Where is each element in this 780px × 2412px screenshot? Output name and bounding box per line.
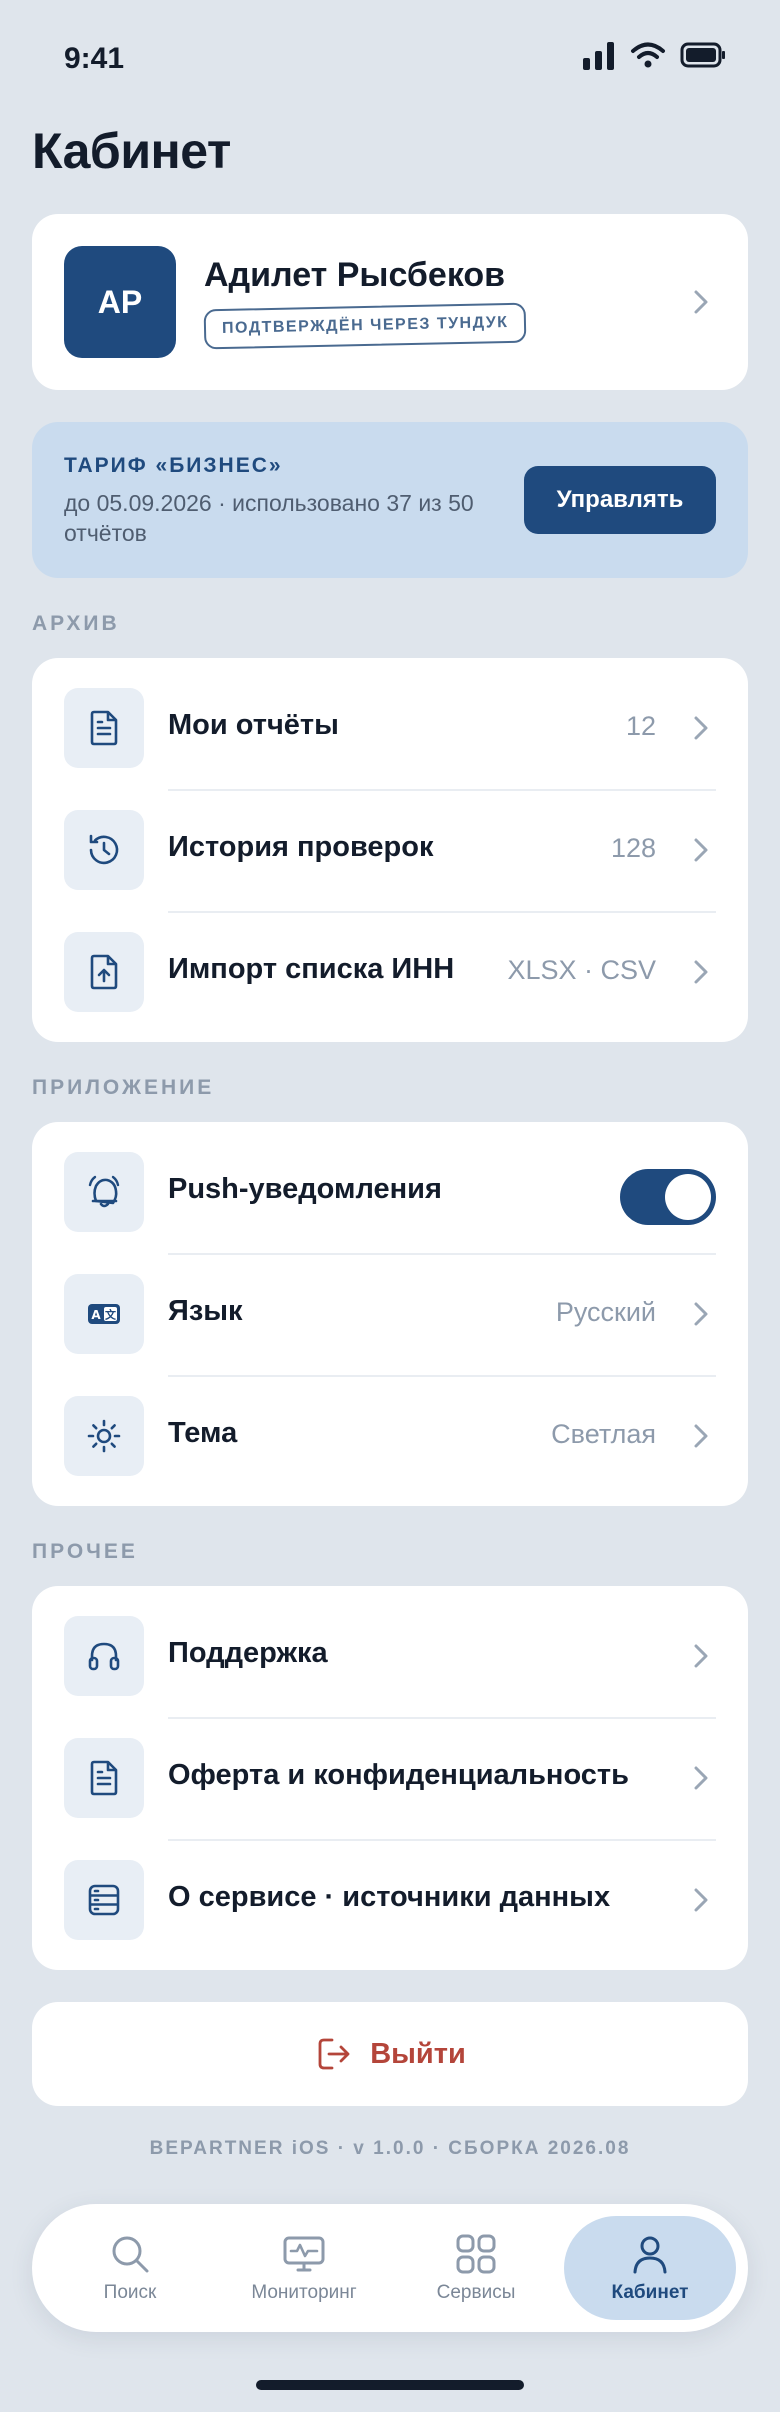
document-icon [64,1738,144,1818]
chevron-right-icon [694,716,708,740]
signal-icon [583,42,614,70]
sun-icon [64,1396,144,1476]
logout-icon [318,2038,350,2070]
chevron-right-icon [694,290,708,314]
row-label: Мои отчёты [168,709,339,741]
tab-bar: Поиск Мониторинг Сервисы Кабинет [32,2204,748,2332]
row-label: Push-уведомления [168,1173,442,1205]
row-theme[interactable]: Тема Светлая [32,1375,748,1497]
upload-file-icon [64,932,144,1012]
version-text: BEPARTNER iOS · v 1.0.0 · СБОРКА 2026.08 [149,2138,631,2159]
chevron-right-icon [694,1424,708,1448]
app-settings-list: Push-уведомления A文 Язык Русский Тема Св… [32,1122,748,1506]
tab-label: Поиск [103,2282,157,2303]
chevron-right-icon [694,1644,708,1668]
toggle-knob [665,1174,711,1220]
row-value: Светлая [551,1419,656,1449]
headset-icon [64,1616,144,1696]
plan-title: ТАРИФ «БИЗНЕС» [64,454,283,477]
profile-name: Адилет Рысбеков [204,256,506,294]
plan-card: ТАРИФ «БИЗНЕС» до 05.09.2026 · использов… [32,422,748,578]
row-label: Импорт списка ИНН [168,953,455,985]
other-list: Поддержка Оферта и конфиденциальность О … [32,1586,748,1970]
user-icon [633,2236,667,2274]
chevron-right-icon [694,1888,708,1912]
tab-services[interactable]: Сервисы [390,2216,562,2320]
row-my-reports[interactable]: Мои отчёты 12 [32,667,748,789]
row-value: 128 [610,833,656,863]
status-bar: 9:41 [0,0,780,110]
wifi-icon [631,42,665,68]
row-label: История проверок [168,831,434,863]
bell-icon [64,1152,144,1232]
manage-plan-button[interactable]: Управлять [524,466,716,534]
tab-cabinet[interactable]: Кабинет [564,2216,736,2320]
tab-label: Мониторинг [251,2282,357,2303]
chevron-right-icon [694,1302,708,1326]
row-import-inn[interactable]: Импорт списка ИНН XLSX · CSV [32,911,748,1033]
row-language[interactable]: A文 Язык Русский [32,1253,748,1375]
logout-label: Выйти [370,2037,466,2070]
home-indicator [256,2380,524,2390]
history-icon [64,810,144,890]
status-time: 9:41 [64,42,125,75]
row-check-history[interactable]: История проверок 128 [32,789,748,911]
row-push-notifications: Push-уведомления [32,1131,748,1253]
monitor-icon [283,2236,325,2272]
verified-badge: ПОДТВЕРЖДЁН ЧЕРЕЗ ТУНДУК [203,302,527,350]
avatar: АР [64,246,176,358]
row-support[interactable]: Поддержка [32,1595,748,1717]
tab-label: Сервисы [436,2282,516,2303]
section-label-other: ПРОЧЕЕ [32,1540,138,1563]
push-toggle[interactable] [620,1169,716,1225]
row-value: XLSX · CSV [507,955,656,985]
row-label: О сервисе · источники данных [168,1881,611,1913]
chevron-right-icon [694,838,708,862]
profile-card[interactable]: АР Адилет Рысбеков ПОДТВЕРЖДЁН ЧЕРЕЗ ТУН… [32,214,748,390]
tab-search[interactable]: Поиск [44,2216,216,2320]
grid-icon [456,2234,496,2274]
battery-icon [680,42,725,68]
row-label: Поддержка [168,1637,328,1669]
svg-text:A: A [91,1308,101,1322]
section-label-app: ПРИЛОЖЕНИЕ [32,1076,215,1099]
language-icon: A文 [64,1274,144,1354]
logout-button[interactable]: Выйти [32,2002,748,2106]
row-value: Русский [555,1297,656,1327]
search-icon [112,2236,149,2273]
document-icon [64,688,144,768]
row-about-service[interactable]: О сервисе · источники данных [32,1839,748,1961]
row-label: Оферта и конфиденциальность [168,1759,629,1791]
status-icons [582,40,726,70]
chevron-right-icon [694,960,708,984]
tab-monitoring[interactable]: Мониторинг [218,2216,390,2320]
page-title: Кабинет [32,123,231,179]
row-label: Тема [168,1417,238,1449]
chevron-right-icon [694,1766,708,1790]
row-label: Язык [168,1295,243,1327]
svg-text:文: 文 [105,1308,117,1322]
tab-label: Кабинет [611,2282,689,2303]
database-icon [64,1860,144,1940]
archive-list: Мои отчёты 12 История проверок 128 Импор… [32,658,748,1042]
plan-description: до 05.09.2026 · использовано 37 из 50 от… [64,490,474,546]
section-label-archive: АРХИВ [32,612,120,635]
row-offer-privacy[interactable]: Оферта и конфиденциальность [32,1717,748,1839]
row-value: 12 [625,711,656,741]
